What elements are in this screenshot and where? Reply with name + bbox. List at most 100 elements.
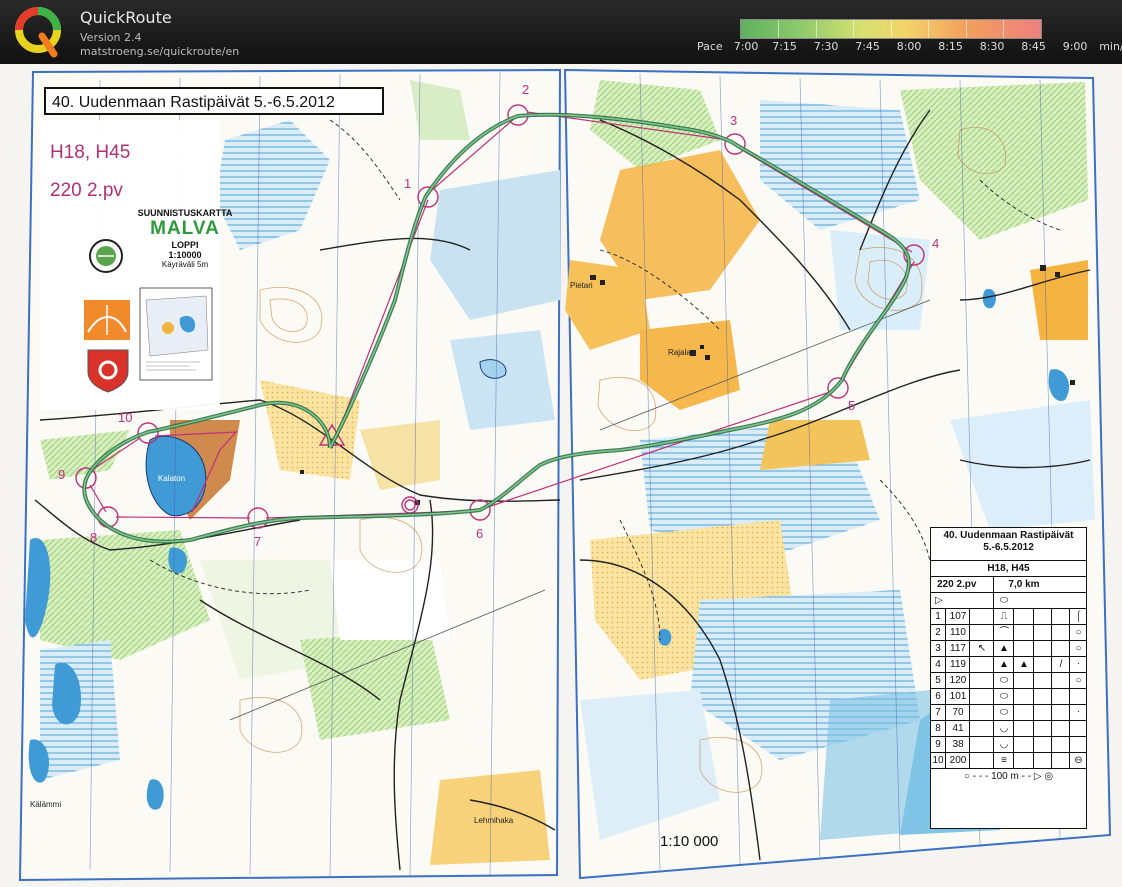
app-header: QuickRoute Version 2.4 matstroeng.se/qui… (0, 0, 1122, 64)
cd-row-number: 2 (935, 627, 941, 638)
cd-row: 5 120 ⬭ ○ (931, 672, 1086, 689)
pace-tick: 7:15 (772, 40, 797, 53)
quickroute-logo (15, 7, 61, 58)
cd-symbol (1033, 657, 1052, 673)
cd-symbol (969, 737, 994, 753)
cd-row-code: 70 (945, 705, 970, 721)
cd-symbol: ⬭ (993, 689, 1014, 705)
cd-symbol (1013, 721, 1034, 737)
cd-symbol: ◡ (993, 737, 1014, 753)
finish-double-circle-icon: ◎ (1044, 771, 1054, 782)
cd-symbol: ▲ (1013, 657, 1034, 673)
pace-tick: 7:00 (733, 40, 759, 53)
cd-symbol: ⏜ (993, 625, 1014, 641)
cd-symbol: ≡ (993, 753, 1014, 769)
cd-row-number: 8 (935, 723, 941, 734)
pace-tick: 9:00 (1062, 40, 1088, 53)
cd-symbol: ⬭ (993, 705, 1014, 721)
finish-start-circle-icon: ○ (963, 771, 970, 782)
cd-symbol: ○ (1069, 641, 1087, 657)
app-version: Version 2.4 (80, 31, 142, 44)
cd-row-number: 9 (935, 739, 941, 750)
cd-symbol (1033, 625, 1052, 641)
pace-tick: 7:30 (813, 40, 839, 53)
cd-symbol: ⊖ (1069, 753, 1087, 769)
map-title: 40. Uudenmaan Rastipäivät 5.-6.5.2012 (44, 87, 384, 115)
cd-finish-distance: 100 m (991, 771, 1019, 782)
pace-tick: 8:45 (1021, 40, 1046, 53)
cd-row-code: 110 (945, 625, 970, 641)
cd-row: 6 101 ⬭ (931, 688, 1086, 705)
cd-row: 4 119 ▲ ▲ / ⋅ (931, 656, 1086, 673)
cd-row-code: 200 (945, 753, 970, 769)
cd-row: 8 41 ◡ (931, 720, 1086, 737)
cd-symbol: ▲ (993, 641, 1014, 657)
cd-symbol (1051, 753, 1070, 769)
cd-row-code: 119 (945, 657, 970, 673)
cd-row-number: 5 (935, 675, 941, 686)
cd-symbol: ◡ (993, 721, 1014, 737)
cd-length: 7,0 km (993, 577, 1054, 593)
cd-symbol: ⬭ (993, 673, 1014, 689)
control-label-9: 9 (58, 467, 66, 482)
cd-row-number: 6 (935, 691, 941, 702)
map-name: MALVA (150, 218, 220, 239)
pace-tick: 8:30 (979, 40, 1005, 53)
cd-symbol (969, 689, 994, 705)
pace-tick: 8:00 (896, 40, 922, 53)
control-label-6: 6 (476, 526, 484, 541)
cd-symbol (1033, 609, 1052, 625)
cd-title: 40. Uudenmaan Rastipäivät (943, 530, 1074, 541)
cd-row: 3 117 ↖ ▲ ○ (931, 640, 1086, 657)
cd-row-code: 117 (945, 641, 970, 657)
cd-symbol (969, 721, 994, 737)
place-name: Kälämmi (30, 800, 62, 809)
map-scale: 1:10 000 (660, 833, 719, 850)
cd-symbol (969, 705, 994, 721)
cd-row: 2 110 ⏜ ○ (931, 624, 1086, 641)
cd-symbol (1051, 689, 1070, 705)
cd-finish-row: ○ - - - 100 m - - ▷ ◎ (931, 768, 1086, 785)
pond (658, 628, 672, 646)
cd-symbol (1033, 689, 1052, 705)
place-name: Kalaton (158, 474, 186, 483)
cd-row-code: 101 (945, 689, 970, 705)
cd-symbol (969, 673, 994, 689)
riihimaki-logo (84, 300, 130, 340)
place-name: Pietari (570, 281, 593, 290)
cd-symbol: / (1051, 657, 1070, 673)
cd-symbol (1069, 721, 1087, 737)
cd-symbol (969, 609, 994, 625)
cd-symbol (1051, 705, 1070, 721)
cd-symbol: ○ (1069, 673, 1087, 689)
overview-minimap (139, 287, 213, 381)
cd-row-number: 4 (935, 659, 941, 670)
cd-symbol: ⎍ (993, 609, 1014, 625)
cd-symbol (969, 753, 994, 769)
cd-symbol (1051, 625, 1070, 641)
cd-symbol: ⋅ (1069, 705, 1087, 721)
control-label-5: 5 (848, 398, 856, 413)
map-course: 220 2.pv (50, 180, 123, 201)
control-label-10: 10 (118, 410, 133, 425)
control-label-3: 3 (730, 113, 738, 128)
app-url[interactable]: matstroeng.se/quickroute/en (80, 45, 239, 58)
map-type-label: SUUNNISTUSKARTTA (137, 208, 233, 218)
cd-symbol (1013, 689, 1034, 705)
start-triangle-icon: ▷ (935, 595, 943, 606)
cd-row-code: 38 (945, 737, 970, 753)
pace-label: Pace (697, 40, 723, 53)
cd-symbol (1033, 641, 1052, 657)
cd-symbol: ○ (1069, 625, 1087, 641)
cd-symbol (1051, 737, 1070, 753)
cd-symbol: ⬭ (993, 593, 1014, 609)
cd-symbol: ↖ (969, 641, 994, 657)
cd-symbol (1051, 641, 1070, 657)
pace-unit: min/km (1099, 40, 1122, 53)
cd-symbol (1013, 641, 1034, 657)
map-contour-interval: Käyräväli 5m (161, 260, 209, 269)
control-label-7: 7 (254, 534, 262, 549)
cd-symbol (1013, 705, 1034, 721)
cd-row-number: 10 (932, 755, 944, 766)
control-label-4: 4 (932, 236, 940, 251)
